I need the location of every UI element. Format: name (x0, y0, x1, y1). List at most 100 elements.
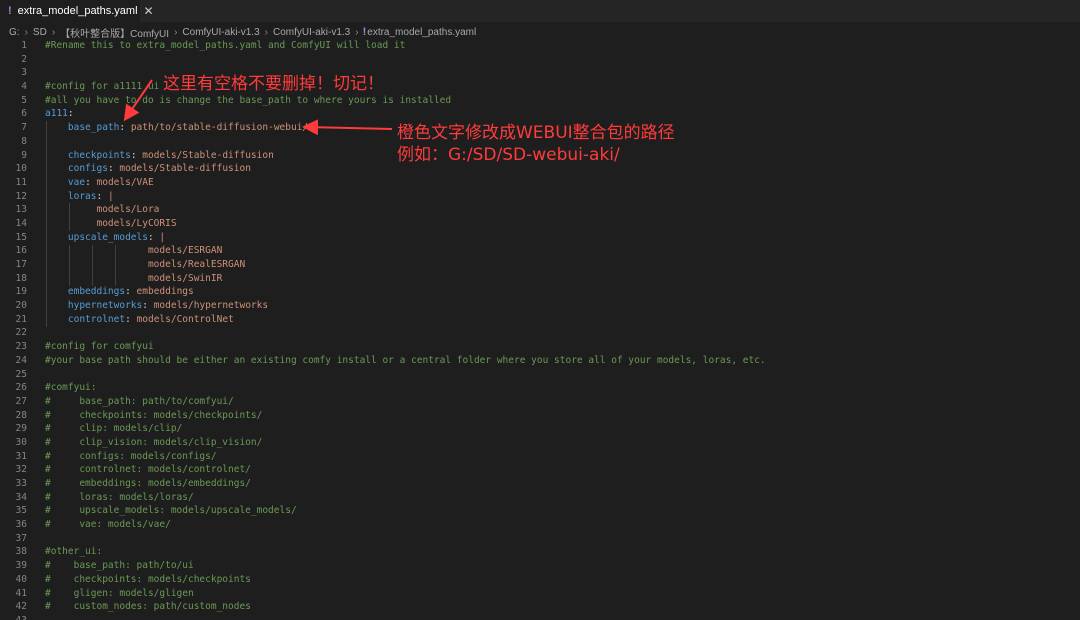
code-token: #all you have to do is change the base_p… (45, 94, 452, 106)
code-token: models/ESRGAN (147, 245, 223, 257)
code-line[interactable]: 14 models/LyCORIS (0, 217, 1080, 231)
code-text: loras: | (45, 190, 114, 204)
code-line[interactable]: 27 # base_path: path/to/comfyui/ (0, 395, 1080, 409)
code-line[interactable]: 38 #other_ui: (0, 545, 1080, 559)
code-line[interactable]: 15 upscale_models: | (0, 231, 1080, 245)
code-line[interactable]: 35 # upscale_models: models/upscale_model… (0, 504, 1080, 518)
code-token: # embeddings: models/embeddings/ (45, 478, 251, 489)
code-line[interactable]: 32 # controlnet: models/controlnet/ (0, 463, 1080, 477)
code-line[interactable]: 39 # base_path: path/to/ui (0, 559, 1080, 573)
code-text: models/Lora (45, 203, 159, 217)
code-line[interactable]: 16 models/ESRGAN (0, 244, 1080, 258)
line-number: 34 (15, 491, 27, 503)
code-line[interactable]: 11 vae: models/VAE (0, 176, 1080, 190)
code-token: # gligen: models/gligen (45, 587, 194, 599)
indent-guide (92, 244, 93, 286)
code-line[interactable]: 5 #all you have to do is change the base_… (0, 94, 1080, 108)
line-number: 26 (15, 382, 27, 394)
code-line[interactable]: 31 # configs: models/configs/ (0, 450, 1080, 464)
code-line[interactable]: 40 # checkpoints: models/checkpoints (0, 573, 1080, 587)
code-line[interactable]: 13 models/Lora (0, 203, 1080, 217)
code-text: base_path: path/to/stable-diffusion-webu… (45, 121, 308, 135)
code-line[interactable]: 41 # gligen: models/gligen (0, 587, 1080, 601)
code-token: #your base path should be either an exis… (45, 354, 766, 366)
code-line[interactable]: 26 #comfyui: (0, 381, 1080, 395)
code-text: # gligen: models/gligen (45, 587, 194, 601)
code-line[interactable]: 17 models/RealESRGAN (0, 258, 1080, 272)
breadcrumb-item[interactable]: extra_model_paths.yaml (366, 27, 477, 38)
chevron-right-icon: › (24, 26, 28, 38)
code-token: vae (67, 176, 86, 188)
code-token: : (125, 286, 137, 298)
code-line[interactable]: 30 # clip_vision: models/clip_vision/ (0, 436, 1080, 450)
code-line[interactable]: 29 # clip: models/clip/ (0, 422, 1080, 436)
code-token: : (147, 231, 160, 243)
code-line[interactable]: 23 #config for comfyui (0, 340, 1080, 354)
code-token: # upscale_models: models/upscale_models/ (45, 505, 297, 517)
tab-extra-model-paths[interactable]: ! extra_model_paths.yaml ✕ (0, 0, 154, 22)
code-text: # embeddings: models/embeddings/ (45, 477, 251, 491)
code-line[interactable]: 3 (0, 66, 1080, 80)
line-number: 29 (15, 423, 27, 435)
line-number: 32 (15, 464, 27, 476)
line-number: 15 (15, 231, 27, 243)
line-number: 31 (15, 450, 27, 462)
code-token: controlnet (67, 313, 126, 325)
code-token: models/hypernetworks (153, 300, 269, 312)
code-text: models/ESRGAN (45, 244, 222, 258)
code-text: # controlnet: models/controlnet/ (45, 463, 251, 477)
line-number: 14 (15, 217, 27, 229)
code-line[interactable]: 21 controlnet: models/ControlNet (0, 313, 1080, 327)
code-token: embeddings (67, 286, 126, 298)
breadcrumb-item[interactable]: G: (8, 27, 21, 38)
code-token: #config for a1111 ui (45, 81, 160, 93)
code-text: # base_path: path/to/comfyui/ (45, 395, 234, 409)
indent-guide (46, 121, 47, 327)
tab-title: extra_model_paths.yaml (17, 5, 138, 17)
code-line[interactable]: 42 # custom_nodes: path/custom_nodes (0, 600, 1080, 614)
line-number: 40 (15, 573, 27, 585)
code-line[interactable]: 12 loras: | (0, 190, 1080, 204)
code-line[interactable]: 20 hypernetworks: models/hypernetworks (0, 299, 1080, 313)
code-line[interactable]: 1 #Rename this to extra_model_paths.yaml … (0, 39, 1080, 53)
line-number: 43 (0, 614, 27, 620)
indent-guide (69, 244, 70, 286)
line-number: 35 (15, 505, 27, 517)
close-icon[interactable]: ✕ (144, 4, 154, 18)
code-line[interactable]: 28 # checkpoints: models/checkpoints/ (0, 409, 1080, 423)
code-token: # controlnet: models/controlnet/ (45, 464, 251, 476)
line-number: 18 (15, 272, 27, 284)
breadcrumb-item[interactable]: 【秋叶整合版】ComfyUI (59, 25, 170, 40)
code-text: models/RealESRGAN (45, 258, 245, 272)
breadcrumb-item[interactable]: ComfyUI-aki-v1.3 (272, 27, 351, 38)
code-token: checkpoints (67, 149, 131, 161)
code-token: # base_path: path/to/ui (45, 560, 194, 572)
code-line[interactable]: 34 # loras: models/loras/ (0, 491, 1080, 505)
code-text: embeddings: embeddings (45, 285, 194, 299)
code-text: # base_path: path/to/ui (45, 559, 194, 573)
code-line[interactable]: 2 (0, 53, 1080, 67)
code-line[interactable]: 36 # vae: models/vae/ (0, 518, 1080, 532)
code-token: models/Stable-diffusion (142, 149, 274, 161)
breadcrumb-item[interactable]: ComfyUI-aki-v1.3 (181, 27, 260, 38)
code-line[interactable]: 4 #config for a1111 ui (0, 80, 1080, 94)
breadcrumb-item[interactable]: SD (32, 27, 48, 38)
code-token: path/to/stable-diffusion-webui/ (130, 122, 309, 134)
code-token: loras (67, 190, 97, 202)
code-text: vae: models/VAE (45, 176, 154, 190)
code-line[interactable]: 24 #your base path should be either an ex… (0, 354, 1080, 368)
code-line[interactable]: 18 models/SwinIR (0, 272, 1080, 286)
code-line[interactable]: 22 (0, 326, 1080, 340)
code-token: models/SwinIR (147, 272, 223, 284)
line-number: 22 (15, 327, 27, 339)
line-number: 12 (15, 190, 27, 202)
code-line[interactable]: 25 (0, 368, 1080, 382)
code-token: models/LyCORIS (96, 217, 177, 229)
code-token: : (85, 176, 97, 188)
code-line[interactable]: 43 (0, 614, 1080, 620)
code-line[interactable]: 19 embeddings: embeddings (0, 285, 1080, 299)
code-line[interactable]: 33 # embeddings: models/embeddings/ (0, 477, 1080, 491)
code-line[interactable]: 37 (0, 532, 1080, 546)
code-text: hypernetworks: models/hypernetworks (45, 299, 268, 313)
